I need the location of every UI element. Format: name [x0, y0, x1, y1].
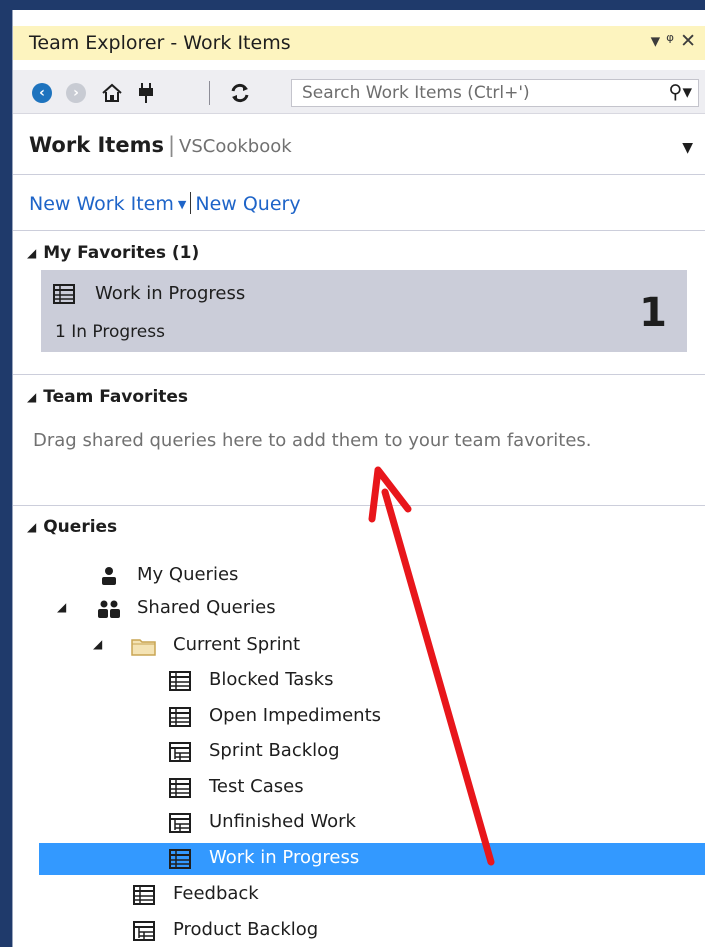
project-name: VSCookbook: [179, 136, 292, 157]
tree-item-label: Shared Queries: [137, 597, 276, 618]
divider: [13, 230, 705, 231]
flat-list-icon: [169, 671, 191, 691]
window-border-left: [0, 0, 12, 947]
tree-item-current-sprint[interactable]: ◢ Current Sprint: [13, 630, 705, 662]
page-menu-caret-icon[interactable]: ▼: [682, 140, 693, 156]
team-favorites-hint: Drag shared queries here to add them to …: [33, 430, 592, 451]
tree-list-icon: [133, 920, 155, 941]
section-title: Team Favorites: [43, 387, 189, 407]
query-item[interactable]: Work in Progress: [39, 842, 705, 875]
window-border-top: [0, 0, 705, 10]
title-bar: Team Explorer - Work Items ▾ᵠ✕: [13, 26, 705, 60]
query-item-label: Test Cases: [209, 775, 304, 797]
tree-list-icon: [169, 813, 191, 833]
group-icon: [97, 599, 121, 619]
collapse-triangle-icon: ◢: [27, 520, 37, 534]
query-item-label: Sprint Backlog: [209, 740, 340, 761]
new-query-link[interactable]: New Query: [195, 193, 300, 215]
window-controls: ▾ᵠ✕: [651, 30, 702, 52]
favorite-query-name: Work in Progress: [95, 283, 246, 304]
back-button[interactable]: ‹: [29, 80, 55, 106]
page-title[interactable]: Work Items: [29, 133, 164, 157]
connect-button[interactable]: [133, 80, 159, 106]
team-explorer-panel: Team Explorer - Work Items ▾ᵠ✕ ‹ › Searc…: [12, 10, 705, 947]
folder-icon: [131, 636, 157, 656]
favorite-query-subtitle: 1 In Progress: [55, 322, 165, 342]
refresh-icon: [231, 83, 249, 103]
divider: [13, 505, 705, 506]
chevron-down-icon[interactable]: ▼: [178, 198, 186, 211]
search-box[interactable]: ⚲▾: [291, 79, 699, 107]
query-item-label: Work in Progress: [209, 846, 360, 868]
home-button[interactable]: [99, 80, 125, 106]
close-icon[interactable]: ✕: [680, 30, 702, 52]
flat-list-icon: [133, 885, 155, 905]
query-item[interactable]: Blocked Tasks: [13, 665, 705, 697]
search-icon[interactable]: ⚲▾: [669, 81, 692, 103]
action-links: New Work Item ▼ New Query: [29, 192, 301, 215]
query-item-label: Product Backlog: [173, 918, 319, 940]
section-team-favorites[interactable]: ◢ Team Favorites: [27, 387, 188, 407]
collapse-triangle-icon[interactable]: ◢: [57, 600, 66, 614]
query-item[interactable]: Sprint Backlog: [13, 736, 705, 768]
pin-icon[interactable]: ᵠ: [666, 30, 680, 52]
flat-list-icon: [169, 706, 191, 727]
query-item[interactable]: Feedback: [13, 879, 705, 911]
title-separator: |: [167, 133, 176, 157]
collapse-triangle-icon: ◢: [27, 390, 37, 404]
forward-arrow-icon: ›: [66, 83, 86, 103]
tree-list-icon: [169, 742, 191, 762]
tree-item-my-queries[interactable]: My Queries: [13, 560, 705, 592]
query-item[interactable]: Test Cases: [13, 772, 705, 804]
collapse-triangle-icon[interactable]: ◢: [93, 637, 102, 651]
flat-list-icon: [169, 777, 191, 798]
query-item-label: Blocked Tasks: [209, 669, 334, 690]
flat-list-icon: [169, 848, 191, 869]
divider: [13, 374, 705, 375]
tree-item-label: Current Sprint: [173, 634, 301, 655]
query-item-label: Feedback: [173, 883, 259, 904]
back-arrow-icon: ‹: [32, 83, 52, 103]
favorite-query-count: 1: [639, 290, 667, 336]
section-my-favorites[interactable]: ◢ My Favorites (1): [27, 243, 199, 263]
flat-list-icon: [53, 284, 75, 304]
query-item-label: Unfinished Work: [209, 811, 356, 832]
link-separator: [190, 192, 192, 214]
search-input[interactable]: [302, 82, 602, 104]
home-icon: [102, 83, 122, 102]
query-item[interactable]: Open Impediments: [13, 701, 705, 733]
tree-item-shared-queries[interactable]: ◢ Shared Queries: [13, 593, 705, 625]
query-item[interactable]: Unfinished Work: [13, 807, 705, 839]
divider: [13, 174, 705, 175]
refresh-button[interactable]: [227, 80, 253, 106]
section-title: My Favorites (1): [43, 243, 200, 263]
query-item[interactable]: Product Backlog: [13, 915, 705, 947]
new-work-item-link[interactable]: New Work Item: [29, 193, 174, 215]
toolbar-separator: [209, 81, 210, 105]
person-icon: [99, 566, 119, 586]
tree-item-label: My Queries: [137, 564, 239, 585]
dropdown-icon[interactable]: ▾: [651, 30, 667, 52]
toolbar: ‹ › Search Work Items (Ctrl+') ⚲▾: [13, 70, 705, 114]
collapse-triangle-icon: ◢: [27, 246, 37, 260]
query-item-label: Open Impediments: [209, 704, 382, 726]
section-title: Queries: [43, 517, 118, 537]
plug-icon: [139, 83, 153, 103]
screenshot-frame: Team Explorer - Work Items ▾ᵠ✕ ‹ › Searc…: [0, 0, 705, 947]
page-header: Work Items | VSCookbook: [29, 133, 292, 157]
window-title: Team Explorer - Work Items: [29, 32, 291, 54]
section-queries[interactable]: ◢ Queries: [27, 517, 117, 537]
favorite-query-tile[interactable]: Work in Progress 1 In Progress 1: [41, 270, 687, 352]
forward-button[interactable]: ›: [63, 80, 89, 106]
